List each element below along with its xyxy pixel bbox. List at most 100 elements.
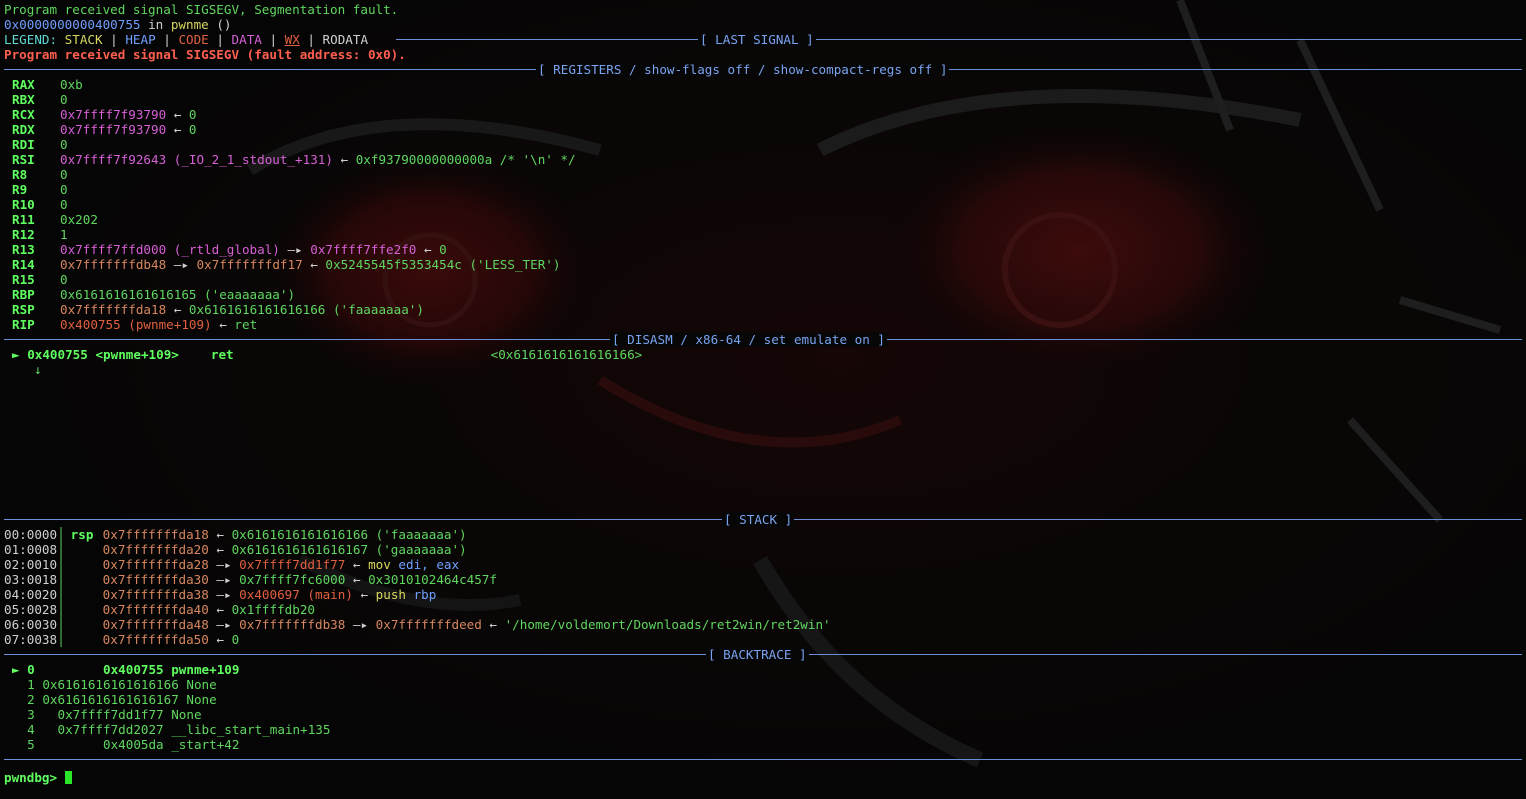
deref-value: 0 <box>188 122 197 137</box>
register-value: 0x7fffffffda18 <box>60 302 167 317</box>
deref-value: 0 <box>439 242 447 257</box>
register-rdx: RDX 0x7ffff7f93790 ← 0 <box>4 122 1522 137</box>
command-prompt-line[interactable]: pwndbg> <box>4 770 1522 785</box>
section-title-last-signal: [ LAST SIGNAL ] <box>698 32 816 47</box>
deref-arrow: —▸ <box>279 242 311 257</box>
deref-arrow: ← <box>352 587 376 602</box>
deref-arrow: ← <box>208 542 232 557</box>
stack-address: 0x7fffffffda20 <box>102 542 209 557</box>
section-title-backtrace: [ BACKTRACE ] <box>706 647 809 662</box>
stack-separator: │ <box>57 572 65 587</box>
register-name: RIP <box>12 317 35 332</box>
register-name: RSP <box>12 302 35 317</box>
stack-value: 0x6161616161616167 ('gaaaaaaa') <box>231 542 467 557</box>
register-name: RSI <box>12 152 35 167</box>
stack-pointer-value: 0x7ffff7fc6000 <box>239 572 346 587</box>
stack-address: 0x7fffffffda38 <box>102 587 209 602</box>
stack-value: 0x3010102464c457f <box>368 572 497 587</box>
section-header-disasm: [ DISASM / x86-64 / set emulate on ] <box>4 332 1522 347</box>
register-name: RCX <box>12 107 35 122</box>
backtrace-frame: ► 0 0x400755 pwnme+109 <box>12 662 240 677</box>
stack-value: 0 <box>231 632 240 647</box>
deref-arrow: ← <box>332 152 356 167</box>
stack-separator: │ <box>57 557 65 572</box>
register-value: 0 <box>60 92 68 107</box>
flow-down-arrow-icon: ↓ <box>34 362 42 377</box>
stack-index: 07:0038 <box>4 632 58 647</box>
text-cursor[interactable] <box>64 771 72 784</box>
register-value: 0x7ffff7ffd000 (_rtld_global) <box>60 242 280 257</box>
stack-value: 0x1ffffdb20 <box>231 602 315 617</box>
register-name: R15 <box>12 272 35 287</box>
stack-separator: │ <box>57 542 65 557</box>
instruction-operands: rbp <box>413 587 437 602</box>
section-header-backtrace: [ BACKTRACE ] <box>4 647 1522 662</box>
register-value: 0x6161616161616165 ('eaaaaaaa') <box>60 287 296 302</box>
register-r15: R15 0 <box>4 272 1522 287</box>
stack-index: 03:0018 <box>4 572 58 587</box>
register-value: 0 <box>60 197 68 212</box>
deref-arrow: ← <box>345 572 369 587</box>
deref-arrow: —▸ <box>208 587 240 602</box>
stack-separator: │ <box>57 527 65 542</box>
terminal-window[interactable]: Program received signal SIGSEGV, Segment… <box>0 0 1526 799</box>
disasm-mnemonic: ret <box>210 347 234 362</box>
stack-index: 01:0008 <box>4 542 58 557</box>
deref-arrow: ← <box>208 527 232 542</box>
section-title-disasm: [ DISASM / x86-64 / set emulate on ] <box>610 332 887 347</box>
stack-separator: │ <box>57 587 65 602</box>
register-name: RDI <box>12 137 35 152</box>
stack-pointer-value: 0x7fffffffdeed <box>375 617 482 632</box>
disasm-current-line: ► 0x400755 <pwnme+109> ret <0x616161616161… <box>4 347 1522 362</box>
register-rdi: RDI 0 <box>4 137 1522 152</box>
register-name: R8 <box>12 167 28 182</box>
stack-row: 02:0010│ 0x7fffffffda28 —▸ 0x7ffff7dd1f77… <box>4 557 1522 572</box>
stack-address: 0x7fffffffda18 <box>102 527 209 542</box>
fault-in-text: in <box>140 17 171 32</box>
terminal-output: Program received signal SIGSEGV, Segment… <box>4 2 1522 785</box>
stack-string-value: '/home/voldemort/Downloads/ret2win/ret2w… <box>504 617 831 632</box>
stack-separator: │ <box>57 632 65 647</box>
deref-arrow: —▸ <box>166 257 197 272</box>
deref-arrow: ← <box>481 617 505 632</box>
register-value: 0x7ffff7f92643 (_IO_2_1_stdout_+131) <box>60 152 333 167</box>
disasm-address: 0x400755 <box>27 347 88 362</box>
register-r8: R8 0 <box>4 167 1522 182</box>
deref-value: ret <box>234 317 258 332</box>
register-value: 0x400755 (pwnme+109) <box>60 317 212 332</box>
register-rax: RAX 0xb <box>4 77 1522 92</box>
section-footer-rule <box>4 752 1522 767</box>
instruction-operands: edi, eax <box>398 557 460 572</box>
deref-arrow: ← <box>166 107 189 122</box>
stack-row: 03:0018│ 0x7fffffffda30 —▸ 0x7ffff7fc6000… <box>4 572 1522 587</box>
register-rsp: RSP 0x7fffffffda18 ← 0x6161616161616166 (… <box>4 302 1522 317</box>
register-rbp: RBP 0x6161616161616165 ('eaaaaaaa') <box>4 287 1522 302</box>
stack-index: 06:0030 <box>4 617 58 632</box>
register-rip: RIP 0x400755 (pwnme+109) ← ret <box>4 317 1522 332</box>
stack-row: 01:0008│ 0x7fffffffda20 ← 0x6161616161616… <box>4 542 1522 557</box>
section-title-stack: [ STACK ] <box>722 512 795 527</box>
stack-row: 06:0030│ 0x7fffffffda48 —▸ 0x7fffffffdb38… <box>4 617 1522 632</box>
register-r11: R11 0x202 <box>4 212 1522 227</box>
stack-row: 07:0038│ 0x7fffffffda50 ← 0 <box>4 632 1522 647</box>
register-r14: R14 0x7fffffffdb48 —▸ 0x7fffffffdf17 ← 0x… <box>4 257 1522 272</box>
stack-index: 05:0028 <box>4 602 58 617</box>
deref-arrow: —▸ <box>208 557 240 572</box>
deref-value: 0x7fffffffdf17 <box>196 257 303 272</box>
stack-index: 02:0010 <box>4 557 58 572</box>
signal-message: Program received signal SIGSEGV, Segment… <box>4 2 399 17</box>
instruction-mnemonic: push <box>375 587 414 602</box>
register-name: R9 <box>12 182 28 197</box>
backtrace-frame: 3 0x7ffff7dd1f77 None <box>12 707 202 722</box>
deref-value: 0x5245545f5353454c ('LESS_TER') <box>325 257 561 272</box>
stack-row: 04:0020│ 0x7fffffffda38 —▸ 0x400697 (main… <box>4 587 1522 602</box>
stack-value: 0x6161616161616166 ('faaaaaaa') <box>231 527 467 542</box>
register-value: 0x7ffff7f93790 <box>60 107 167 122</box>
